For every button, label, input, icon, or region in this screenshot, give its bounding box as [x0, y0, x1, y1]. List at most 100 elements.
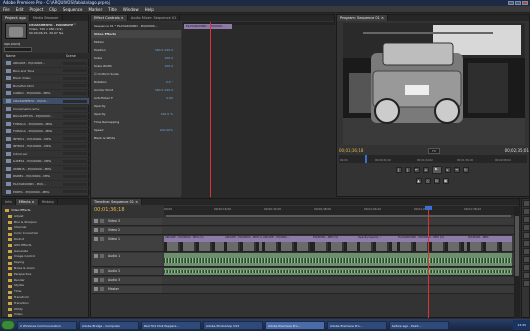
zoom-fit-select[interactable]: Fit: [428, 147, 440, 154]
column-name[interactable]: Name: [3, 53, 63, 59]
project-item[interactable]: FUMACA - PQU0000…MPG: [3, 128, 89, 136]
project-item[interactable]: BuriaFull.html: [3, 83, 89, 91]
tab-program[interactable]: Program: Sequence 01 ×: [337, 15, 388, 21]
taskbar-button[interactable]: 2 Windows Communication: [17, 320, 77, 330]
menu-edit[interactable]: Edit: [16, 6, 24, 12]
menu-title[interactable]: Title: [108, 6, 117, 12]
effect-property-row[interactable]: Anti-flicker F. 0.00: [91, 94, 181, 102]
trim-icon[interactable]: ⊟: [433, 178, 440, 184]
effect-property-value[interactable]: 360.0 240.0: [155, 46, 173, 54]
tab-media-browser[interactable]: Media Browser: [30, 15, 63, 21]
project-item[interactable]: CARRO - PQU0000…MPG: [3, 90, 89, 98]
timeline-track[interactable]: Master: [92, 286, 520, 294]
hand-tool-icon[interactable]: [523, 272, 530, 279]
minimize-button[interactable]: [508, 1, 514, 5]
project-item[interactable]: INTRO2 - PQU0000…MPG: [3, 143, 89, 151]
menu-project[interactable]: Project: [29, 6, 43, 12]
effect-property-row[interactable]: Scale Width 100.0: [91, 62, 181, 70]
effect-property-value[interactable]: 100.00%: [160, 126, 173, 134]
taskbar-button[interactable]: Adobe Bridge - Computer: [79, 320, 139, 330]
project-item-scene[interactable]: [63, 99, 87, 103]
project-item[interactable]: Intro2.avi: [3, 151, 89, 159]
slide-tool-icon[interactable]: [523, 256, 530, 263]
effect-property-row[interactable]: Motion: [91, 38, 181, 46]
effect-property-row[interactable]: ☑ Uniform Scale: [91, 70, 181, 78]
effects-folder[interactable]: Video: [3, 312, 89, 318]
project-item-scene[interactable]: [63, 167, 87, 171]
menu-file[interactable]: File: [3, 6, 10, 12]
track-select-tool-icon[interactable]: [523, 208, 530, 215]
track-header[interactable]: Audio 2: [92, 268, 162, 275]
close-button[interactable]: [522, 1, 528, 5]
effect-property-row[interactable]: Black & White: [91, 134, 181, 142]
tab-audio-mixer[interactable]: Audio Mixer: Sequence 01: [128, 15, 181, 21]
effect-property-value[interactable]: 100.0 %: [161, 110, 173, 118]
menu-marker[interactable]: Marker: [88, 6, 102, 12]
video-clip[interactable]: ARCADE - PQU0000…MPG [V]: [224, 236, 262, 251]
project-item[interactable]: Bars and Tone: [3, 68, 89, 76]
tab-effects[interactable]: Effects ×: [15, 199, 39, 205]
menu-help[interactable]: Help: [145, 6, 154, 12]
tab-info[interactable]: Info: [2, 199, 16, 205]
eye-icon[interactable]: [94, 278, 98, 282]
video-clip[interactable]: PQU0000…MPG: [467, 236, 512, 251]
eye-icon[interactable]: [94, 269, 98, 273]
mark-in-icon[interactable]: {: [395, 167, 402, 173]
project-item-scene[interactable]: [63, 159, 87, 163]
project-item-scene[interactable]: [63, 91, 87, 95]
project-item-scene[interactable]: [63, 122, 87, 126]
project-item[interactable]: PAINEL - PQU0000…MPG: [3, 173, 89, 181]
audio-clip[interactable]: [164, 268, 512, 275]
effect-property-row[interactable]: Position 360.0 240.0: [91, 46, 181, 54]
effect-property-value[interactable]: 0.0 °: [166, 78, 173, 86]
menu-clip[interactable]: Clip: [49, 6, 57, 12]
project-item-scene[interactable]: [63, 107, 87, 111]
zoom-tool-icon[interactable]: [523, 280, 530, 287]
project-item[interactable]: FUMACA - PQU0000…MPG: [3, 120, 89, 128]
eye-icon[interactable]: [94, 287, 98, 291]
maximize-button[interactable]: [515, 1, 521, 5]
step-forward-icon[interactable]: ▸: [444, 167, 451, 173]
timeline-track[interactable]: Video 3: [92, 218, 520, 226]
lift-icon[interactable]: ▲: [415, 178, 422, 184]
track-header[interactable]: Master: [92, 286, 162, 293]
project-item[interactable]: Cruzamento.wmv: [3, 105, 89, 113]
program-current-timecode[interactable]: 00;01;36;18: [339, 148, 363, 153]
rate-stretch-tool-icon[interactable]: [523, 232, 530, 239]
go-to-in-icon[interactable]: ⇤: [413, 167, 420, 173]
project-item-scene[interactable]: [63, 69, 87, 73]
effect-property-row[interactable]: Speed 100.00%: [91, 126, 181, 134]
timeline-track[interactable]: Audio 1: [92, 253, 520, 267]
lock-icon[interactable]: [100, 287, 104, 291]
program-playhead[interactable]: [365, 155, 367, 163]
keyframe-playhead[interactable]: [210, 22, 211, 197]
lock-icon[interactable]: [100, 269, 104, 273]
timeline-track[interactable]: Audio 3: [92, 277, 520, 285]
project-item[interactable]: CRUZAMENTO - PQU0…: [3, 97, 89, 106]
project-item-scene[interactable]: [63, 152, 87, 156]
taskbar-button[interactable]: Adobe Premiere Pro…: [265, 320, 325, 330]
tab-timeline[interactable]: Timeline: Sequence 01 ×: [91, 199, 143, 205]
effect-property-row[interactable]: Anchor Point 360.0 240.0: [91, 86, 181, 94]
project-item-scene[interactable]: [63, 137, 87, 141]
timeline-playhead[interactable]: [428, 206, 429, 318]
project-search-input[interactable]: [4, 47, 32, 52]
timeline-ruler[interactable]: 00;00 00;00;16;00 00;00;32;00 00;00;48;0…: [164, 206, 519, 215]
lock-icon[interactable]: [100, 237, 104, 241]
eye-icon[interactable]: [94, 228, 98, 232]
project-item[interactable]: INTRO1 - PQU0000…MPG: [3, 135, 89, 144]
taskbar-button[interactable]: Red Hot Chili Peppers…: [141, 320, 201, 330]
effect-property-row[interactable]: Time Remapping: [91, 118, 181, 126]
start-button[interactable]: [1, 320, 15, 330]
project-item-scene[interactable]: [63, 182, 87, 186]
effect-property-row[interactable]: Opacity 100.0 %: [91, 110, 181, 118]
taskbar-button[interactable]: before ago - Paint…: [389, 320, 449, 330]
audio-clip[interactable]: [164, 253, 512, 266]
play-icon[interactable]: ▶: [431, 166, 442, 174]
work-area-bar[interactable]: [166, 215, 511, 217]
effect-property-row[interactable]: Scale 100.0: [91, 54, 181, 62]
effect-property-value[interactable]: 360.0 240.0: [155, 86, 173, 94]
timeline-track[interactable]: Audio 2: [92, 268, 520, 276]
menu-window[interactable]: Window: [123, 6, 139, 12]
project-item-scene[interactable]: [63, 114, 87, 118]
